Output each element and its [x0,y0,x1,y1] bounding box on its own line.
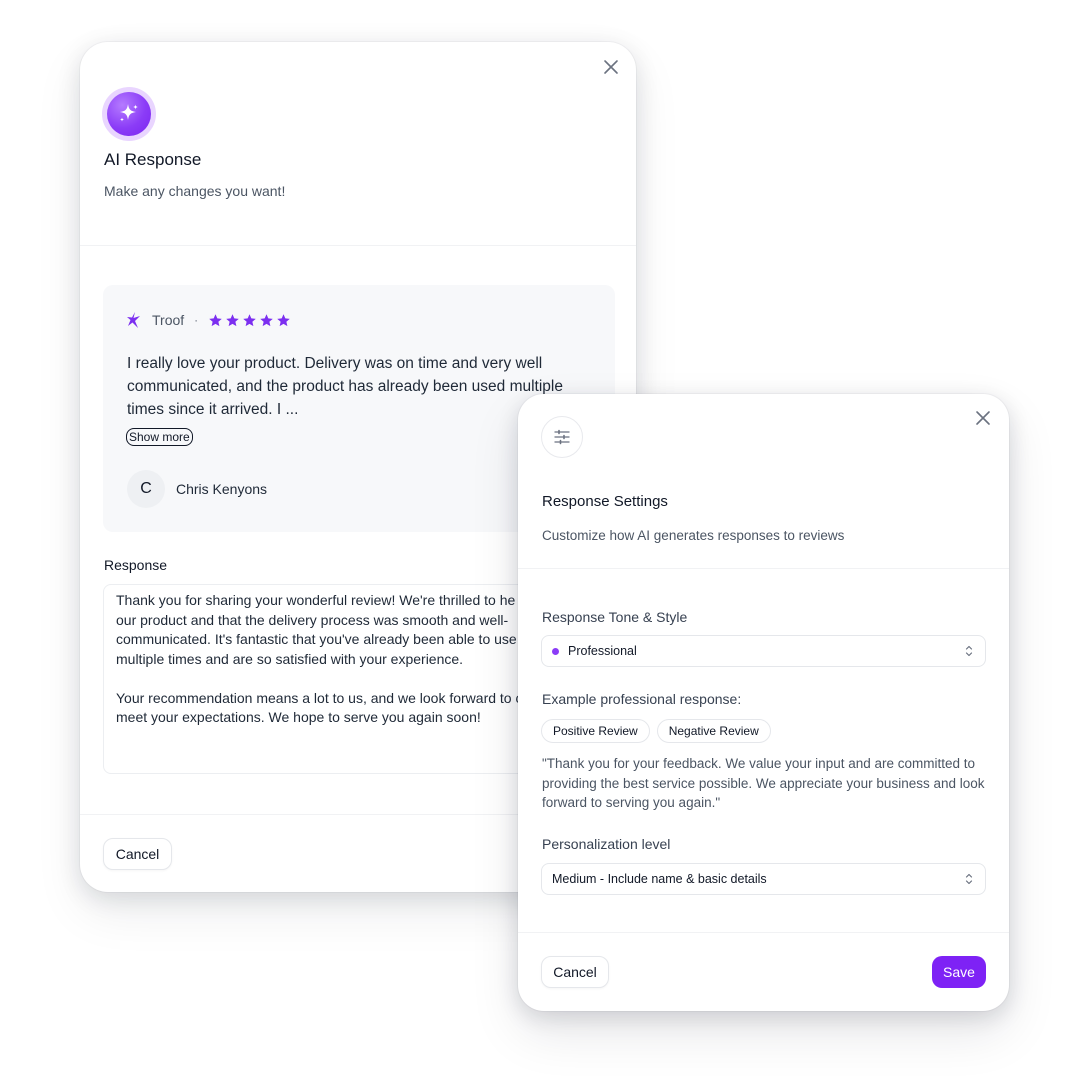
review-source: Troof [152,312,185,328]
star-icon [277,313,290,326]
tone-value: Professional [568,644,637,658]
cancel-button[interactable]: Cancel [541,956,609,988]
chevron-up-down-icon [965,645,973,657]
divider [518,932,1009,933]
personalization-select[interactable]: Medium - Include name & basic details [541,863,986,895]
star-icon [260,313,273,326]
cancel-button[interactable]: Cancel [103,838,172,870]
review-header: Troof · [126,310,291,330]
avatar: C [127,470,165,508]
modal-subtitle: Customize how AI generates responses to … [542,528,845,543]
star-icon [209,313,222,326]
ai-badge [102,87,156,141]
star-icon [243,313,256,326]
show-more-button[interactable]: Show more [126,428,193,446]
tone-label: Response Tone & Style [542,609,688,625]
tone-select[interactable]: Professional [541,635,986,667]
divider [518,568,1009,569]
save-button[interactable]: Save [932,956,986,988]
star-icon [226,313,239,326]
close-icon[interactable] [601,57,621,77]
response-settings-modal: Response Settings Customize how AI gener… [518,394,1009,1011]
sparkles-icon [107,92,151,136]
personalization-value: Medium - Include name & basic details [552,872,767,886]
reviewer-name: Chris Kenyons [176,481,268,497]
sliders-icon [541,416,583,458]
response-label: Response [104,557,168,573]
personalization-label: Personalization level [542,836,671,852]
tab-negative-review[interactable]: Negative Review [656,719,771,743]
example-response-text: "Thank you for your feedback. We value y… [542,756,985,810]
close-icon[interactable] [973,408,993,428]
modal-subtitle: Make any changes you want! [104,183,286,199]
chevron-up-down-icon [965,873,973,885]
tab-positive-review[interactable]: Positive Review [541,719,650,743]
reviewer: C Chris Kenyons [127,470,267,508]
modal-title: AI Response [104,150,202,169]
divider [80,245,636,246]
star-rating [208,313,291,328]
troof-logo-icon [127,312,140,328]
status-dot [552,647,559,655]
example-label: Example professional response: [542,691,742,707]
example-tabs: Positive Review Negative Review [541,719,771,743]
review-text: I really love your product. Delivery was… [127,355,563,418]
separator-dot: · [194,313,199,327]
modal-title: Response Settings [542,493,668,510]
